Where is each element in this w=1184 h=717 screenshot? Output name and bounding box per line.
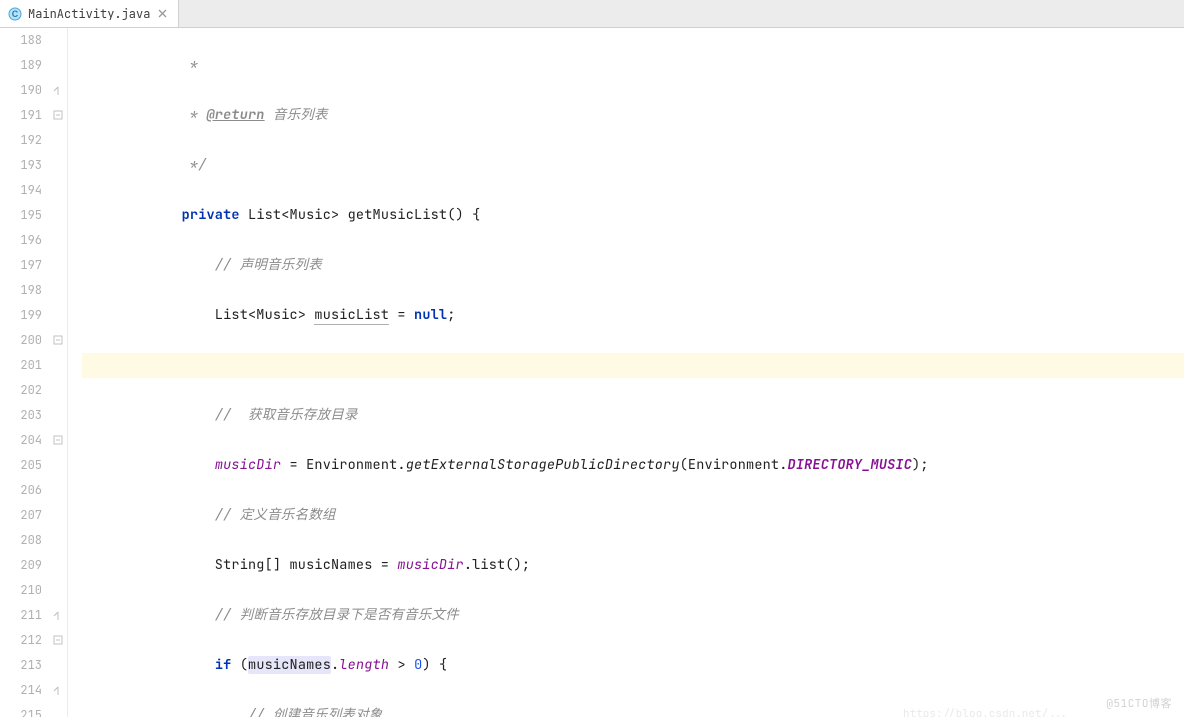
line-number: 204 [0, 428, 50, 453]
line-number: 211 [0, 603, 50, 628]
code-line[interactable]: */ [82, 153, 1184, 178]
line-number: 198 [0, 278, 50, 303]
line-number: 210 [0, 578, 50, 603]
line-number-gutter: 1881891901911921931941951961971981992002… [0, 28, 50, 717]
line-number: 212 [0, 628, 50, 653]
line-number: 191 [0, 103, 50, 128]
line-number: 206 [0, 478, 50, 503]
line-number: 201 [0, 353, 50, 378]
line-number: 196 [0, 228, 50, 253]
line-number: 195 [0, 203, 50, 228]
line-number: 214 [0, 678, 50, 703]
code-line[interactable]: * @return 音乐列表 [82, 103, 1184, 128]
line-number: 208 [0, 528, 50, 553]
line-number: 215 [0, 703, 50, 717]
fold-end-icon[interactable] [52, 684, 64, 696]
code-line[interactable]: List<Music> musicList = null; [82, 303, 1184, 328]
fold-column [50, 28, 68, 717]
line-number: 190 [0, 78, 50, 103]
fold-end-icon[interactable] [52, 609, 64, 621]
code-content[interactable]: * * @return 音乐列表 */ private List<Music> … [68, 28, 1184, 717]
editor-root: C MainActivity.java 18818919019119219319… [0, 0, 1184, 717]
code-line[interactable]: String[] musicNames = musicDir.list(); [82, 553, 1184, 578]
fold-open-icon[interactable] [52, 434, 64, 446]
line-number: 192 [0, 128, 50, 153]
line-number: 203 [0, 403, 50, 428]
line-number: 194 [0, 178, 50, 203]
code-line[interactable]: // 判断音乐存放目录下是否有音乐文件 [82, 603, 1184, 628]
line-number: 189 [0, 53, 50, 78]
close-icon[interactable] [156, 8, 168, 20]
code-line-current[interactable] [82, 353, 1184, 378]
line-number: 199 [0, 303, 50, 328]
line-number: 207 [0, 503, 50, 528]
java-class-icon: C [8, 7, 22, 21]
line-number: 197 [0, 253, 50, 278]
fold-end-icon[interactable] [52, 84, 64, 96]
code-line[interactable]: // 定义音乐名数组 [82, 503, 1184, 528]
code-line[interactable]: // 获取音乐存放目录 [82, 403, 1184, 428]
line-number: 200 [0, 328, 50, 353]
code-line[interactable]: // 创建音乐列表对象 [82, 703, 1184, 717]
code-line[interactable]: if (musicNames.length > 0) { [82, 653, 1184, 678]
svg-text:C: C [12, 9, 19, 19]
code-line[interactable]: private List<Music> getMusicList() { [82, 203, 1184, 228]
code-line[interactable]: // 声明音乐列表 [82, 253, 1184, 278]
code-editor[interactable]: 1881891901911921931941951961971981992002… [0, 28, 1184, 717]
code-line[interactable]: * [82, 53, 1184, 78]
line-number: 205 [0, 453, 50, 478]
fold-open-icon[interactable] [52, 109, 64, 121]
tab-filename: MainActivity.java [28, 6, 150, 22]
fold-open-icon[interactable] [52, 334, 64, 346]
file-tab-mainactivity[interactable]: C MainActivity.java [0, 0, 179, 27]
code-line[interactable]: musicDir = Environment.getExternalStorag… [82, 453, 1184, 478]
fold-open-icon[interactable] [52, 634, 64, 646]
line-number: 188 [0, 28, 50, 53]
line-number: 209 [0, 553, 50, 578]
tab-bar: C MainActivity.java [0, 0, 1184, 28]
line-number: 202 [0, 378, 50, 403]
line-number: 193 [0, 153, 50, 178]
line-number: 213 [0, 653, 50, 678]
